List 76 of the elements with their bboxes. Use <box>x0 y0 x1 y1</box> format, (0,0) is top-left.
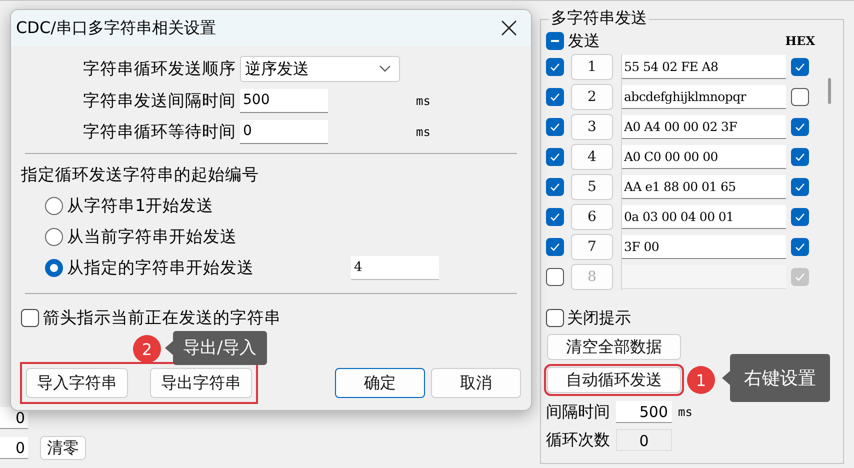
send-button[interactable]: 5 <box>571 174 613 200</box>
checkbox[interactable] <box>546 208 564 226</box>
string-field[interactable]: A0 C0 00 00 00 <box>621 145 786 169</box>
checkbox-label: 箭头指示当前正在发送的字符串 <box>43 307 281 329</box>
string-field[interactable]: abcdefghijklmnopqr <box>621 85 786 109</box>
file-button[interactable]: 导出字符串 <box>150 368 252 398</box>
string-field[interactable]: 55 54 02 FE A8 <box>621 55 786 79</box>
file-button[interactable]: 导入字符串 <box>26 368 128 398</box>
number-badge: 2 <box>133 335 161 363</box>
string-field[interactable]: 0a 03 00 04 00 01 <box>621 205 786 229</box>
auto-loop-button[interactable]: 自动循环发送 <box>547 367 681 393</box>
tooltip: 右键设置 <box>730 354 830 402</box>
radio-label: 从当前字符串开始发送 <box>67 226 238 248</box>
pointer-icon <box>722 371 730 385</box>
checkbox[interactable] <box>546 309 564 327</box>
cancel-button[interactable]: 取消 <box>431 368 521 398</box>
checkbox[interactable] <box>546 88 564 106</box>
tooltip: 导出/导入 <box>173 331 267 365</box>
chevron-icon <box>379 65 391 73</box>
hex-checkbox[interactable] <box>791 118 809 136</box>
send-button[interactable]: 7 <box>571 234 613 260</box>
hex-checkbox[interactable] <box>791 178 809 196</box>
number-badge: 1 <box>687 366 715 394</box>
scrollbar-thumb[interactable] <box>828 78 831 104</box>
section-heading: 指定循环发送字符串的起始编号 <box>21 164 260 186</box>
radio-button[interactable] <box>45 228 63 246</box>
pointer-icon <box>165 341 173 355</box>
counter-field[interactable]: 0 <box>0 437 28 459</box>
clear-button[interactable]: 清零 <box>40 436 86 460</box>
setting-label: 字符串循环等待时间 <box>82 121 236 143</box>
radio-button[interactable] <box>45 197 63 215</box>
hex-checkbox[interactable] <box>791 88 809 106</box>
minus-icon <box>551 40 559 42</box>
interval-field[interactable]: 500 <box>616 401 672 423</box>
checkbox[interactable] <box>21 309 39 327</box>
checkbox[interactable] <box>546 238 564 256</box>
send-button[interactable]: 1 <box>571 54 613 80</box>
setting-label: 字符串循环发送顺序 <box>82 58 236 80</box>
setting-label: 字符串发送间隔时间 <box>82 90 236 112</box>
unit-label: ms <box>416 94 432 108</box>
loop-count-field: 0 <box>616 429 672 451</box>
radio-label: 从字符串1开始发送 <box>67 195 214 217</box>
checkbox[interactable] <box>546 118 564 136</box>
loop-count-label: 循环次数 <box>546 430 610 450</box>
start-number-field[interactable]: 4 <box>351 256 439 280</box>
clear-all-button[interactable]: 清空全部数据 <box>547 334 681 360</box>
checkbox-label: 关闭提示 <box>567 308 631 328</box>
string-field[interactable]: 3F 00 <box>621 235 786 259</box>
time-field[interactable]: 500 <box>240 89 328 113</box>
checkbox[interactable] <box>546 58 564 76</box>
send-button[interactable]: 4 <box>571 144 613 170</box>
send-button[interactable]: 6 <box>571 204 613 230</box>
interval-label: 间隔时间 <box>546 402 610 422</box>
hex-checkbox[interactable] <box>791 238 809 256</box>
send-button[interactable]: 2 <box>571 84 613 110</box>
string-field[interactable]: AA e1 88 00 01 65 <box>621 175 786 199</box>
checkbox[interactable] <box>546 148 564 166</box>
ok-button[interactable]: 确定 <box>335 368 425 398</box>
send-label: 发送 <box>568 30 600 52</box>
hex-checkbox[interactable] <box>791 148 809 166</box>
unit-label: ms <box>678 405 692 419</box>
order-dropdown[interactable]: 逆序发送 <box>240 56 400 82</box>
hex-checkbox[interactable] <box>791 208 809 226</box>
time-field[interactable]: 0 <box>240 120 328 144</box>
string-field[interactable]: A0 A4 00 00 02 3F <box>621 115 786 139</box>
dialog-title: CDC/串口多字符串相关设置 <box>16 18 216 38</box>
unit-label: ms <box>416 125 432 139</box>
close-icon[interactable] <box>501 20 517 36</box>
checkbox[interactable] <box>546 178 564 196</box>
radio-button[interactable] <box>45 259 63 277</box>
counter-field[interactable]: 0 <box>0 407 28 429</box>
checkbox[interactable] <box>546 32 564 50</box>
hex-checkbox[interactable] <box>791 58 809 76</box>
radio-label: 从指定的字符串开始发送 <box>67 257 255 279</box>
hex-label: HEX <box>785 34 815 48</box>
send-button[interactable]: 3 <box>571 114 613 140</box>
